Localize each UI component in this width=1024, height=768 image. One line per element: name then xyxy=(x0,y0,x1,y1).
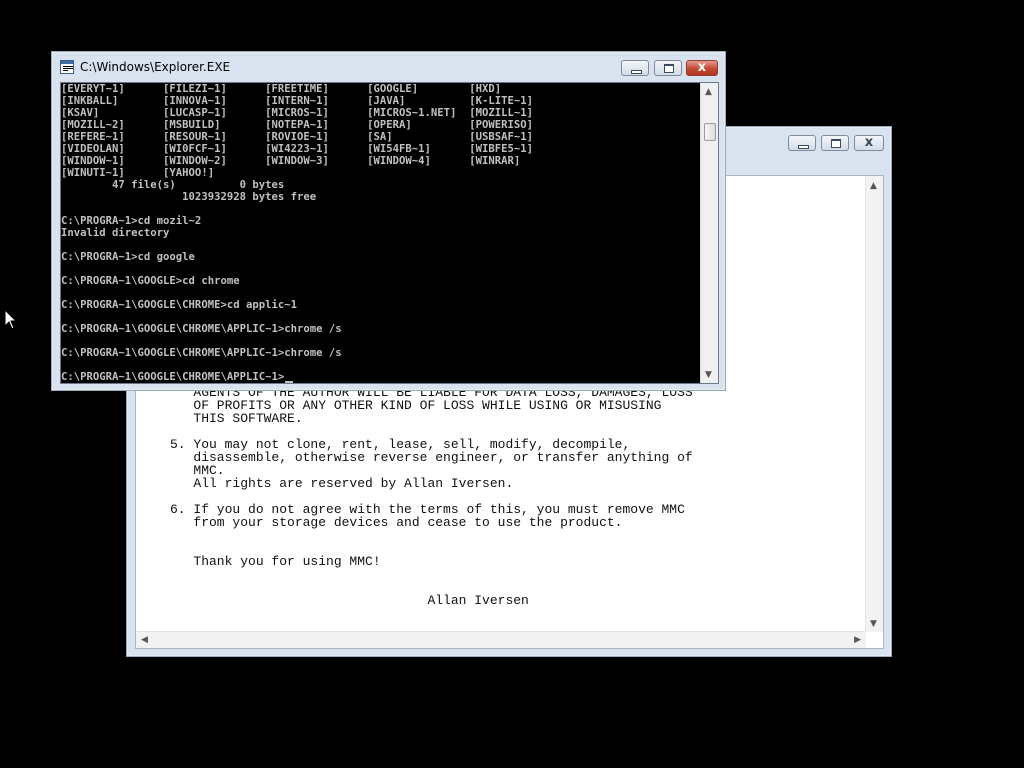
console-line: C:\PROGRA~1\GOOGLE\CHROME\APPLIC~1> xyxy=(61,371,285,383)
scroll-right-arrow-icon[interactable]: ▶ xyxy=(854,635,861,645)
console-line: C:\PROGRA~1\GOOGLE\CHROME\APPLIC~1>chrom… xyxy=(61,323,342,335)
console-line: [MOZILL~2] [MSBUILD] [NOTEPA~1] [OPERA] … xyxy=(61,119,533,131)
readme-close-button[interactable]: x xyxy=(854,135,884,151)
command-prompt-icon xyxy=(60,60,74,74)
console-line: C:\PROGRA~1\GOOGLE\CHROME>cd applic~1 xyxy=(61,299,297,311)
console-line: C:\PROGRA~1\GOOGLE\CHROME\APPLIC~1>chrom… xyxy=(61,347,342,359)
readme-line: Thank you for using MMC! xyxy=(170,554,381,569)
console-line: Invalid directory xyxy=(61,227,170,239)
minimize-icon xyxy=(622,61,648,75)
console-output-area[interactable]: [EVERYT~1] [FILEZI~1] [FREETIME] [GOOGLE… xyxy=(60,82,719,384)
console-line: [WINDOW~1] [WINDOW~2] [WINDOW~3] [WINDOW… xyxy=(61,155,521,167)
readme-horizontal-scrollbar[interactable]: ◀ ▶ xyxy=(136,631,866,648)
console-line: 1023932928 bytes free xyxy=(61,191,317,203)
console-line: [REFERE~1] [RESOUR~1] [ROVIOE~1] [SA] [U… xyxy=(61,131,533,143)
scroll-up-arrow-icon[interactable]: ▲ xyxy=(870,181,877,191)
console-maximize-button[interactable] xyxy=(654,60,682,76)
console-line: 47 file(s) 0 bytes xyxy=(61,179,285,191)
console-minimize-button[interactable] xyxy=(621,60,649,76)
console-title-bar[interactable]: C:\Windows\Explorer.EXE x xyxy=(52,52,725,82)
readme-line: from your storage devices and cease to u… xyxy=(170,515,623,530)
readme-maximize-button[interactable] xyxy=(821,135,849,151)
console-line: [WINUTI~1] [YAHOO!] xyxy=(61,167,215,179)
maximize-icon xyxy=(655,61,681,75)
console-window-title: C:\Windows\Explorer.EXE xyxy=(80,60,231,74)
text-cursor xyxy=(285,381,294,383)
readme-line: disassemble, otherwise reverse engineer,… xyxy=(170,450,693,465)
readme-minimize-button[interactable] xyxy=(788,135,816,151)
close-icon: x xyxy=(864,135,874,150)
scroll-down-arrow-icon[interactable]: ▼ xyxy=(870,619,877,629)
readme-vertical-scrollbar[interactable]: ▲ ▼ xyxy=(865,176,883,632)
scroll-left-arrow-icon[interactable]: ◀ xyxy=(141,635,148,645)
console-line: [EVERYT~1] [FILEZI~1] [FREETIME] [GOOGLE… xyxy=(61,83,502,95)
scrollbar-thumb[interactable] xyxy=(704,123,716,141)
mouse-pointer-icon xyxy=(4,308,18,330)
console-line: [INKBALL] [INNOVA~1] [INTERN~1] [JAVA] [… xyxy=(61,95,533,107)
readme-line: THIS SOFTWARE. xyxy=(170,411,303,426)
console-window[interactable]: C:\Windows\Explorer.EXE x [EVERYT~1] [FI… xyxy=(51,51,726,391)
scroll-down-arrow-icon[interactable]: ▼ xyxy=(705,370,712,380)
readme-line: All rights are reserved by Allan Iversen… xyxy=(170,476,514,491)
minimize-icon xyxy=(789,136,815,150)
console-line: C:\PROGRA~1\GOOGLE>cd chrome xyxy=(61,275,240,287)
close-icon: x xyxy=(697,60,707,75)
readme-line: Allan Iversen xyxy=(170,593,529,608)
maximize-icon xyxy=(822,136,848,150)
console-output: [EVERYT~1] [FILEZI~1] [FREETIME] [GOOGLE… xyxy=(61,83,701,383)
scroll-up-arrow-icon[interactable]: ▲ xyxy=(705,87,712,97)
console-line: C:\PROGRA~1>cd mozil~2 xyxy=(61,215,202,227)
console-line: [VIDEOLAN] [WI0FCF~1] [WI4223~1] [WI54FB… xyxy=(61,143,533,155)
console-line: [KSAV] [LUCASP~1] [MICROS~1] [MICROS~1.N… xyxy=(61,107,533,119)
console-close-button[interactable]: x xyxy=(686,60,718,76)
console-line: C:\PROGRA~1>cd google xyxy=(61,251,195,263)
console-vertical-scrollbar[interactable]: ▲ ▼ xyxy=(700,83,718,383)
